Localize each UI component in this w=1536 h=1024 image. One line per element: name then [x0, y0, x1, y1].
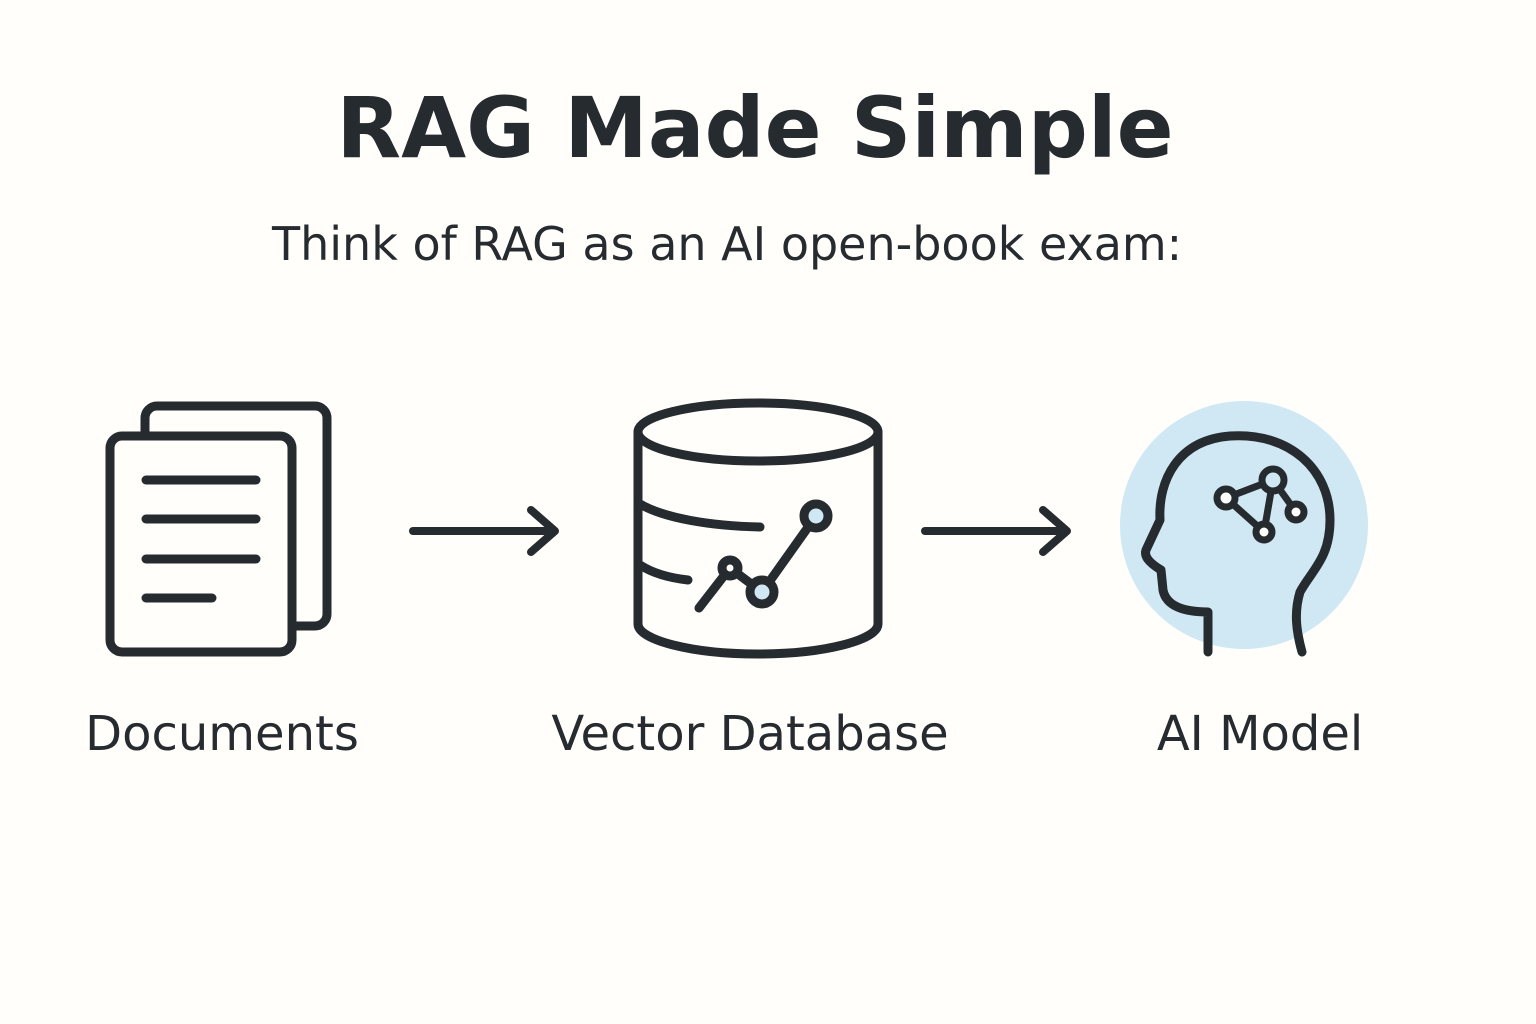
- arrow-right-icon: [409, 506, 559, 556]
- trend-node: [799, 499, 833, 533]
- arrow-right-icon: [921, 506, 1071, 556]
- ai-head-icon: [1120, 401, 1368, 657]
- db-top: [633, 398, 883, 466]
- node-label-vector-database: Vector Database: [551, 706, 949, 762]
- trend-node: [745, 575, 779, 609]
- node-label-documents: Documents: [85, 706, 359, 762]
- database-icon: [633, 398, 883, 659]
- db-band: [635, 499, 765, 532]
- db-band: [635, 560, 693, 585]
- front-page: [105, 431, 297, 657]
- documents-icon: [105, 401, 332, 657]
- node-label-ai-model: AI Model: [1156, 706, 1364, 762]
- trend-node: [717, 555, 743, 581]
- rag-flow-diagram: [105, 398, 1368, 659]
